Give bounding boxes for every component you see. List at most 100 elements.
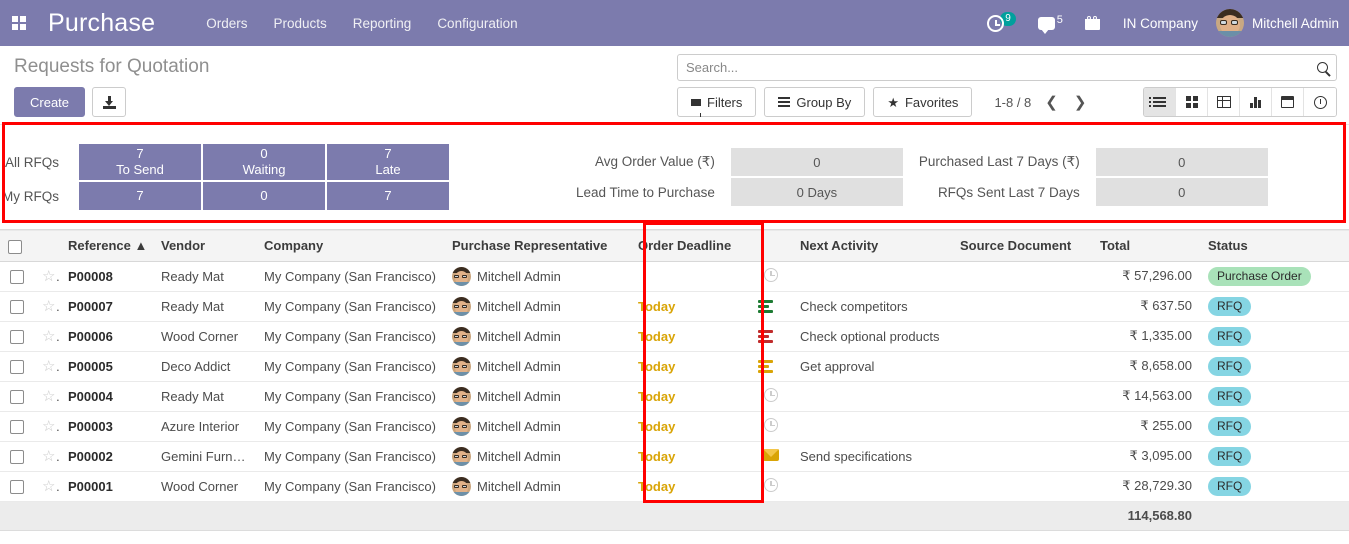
menu-item-reporting[interactable]: Reporting [340,10,425,37]
column-header-company[interactable]: Company [256,230,444,262]
cell-vendor[interactable]: Wood Corner [153,471,256,502]
cell-total[interactable]: ₹ 28,729.30 [1092,471,1200,502]
chevron-right-icon[interactable]: ❯ [1072,93,1089,111]
row-select-cell[interactable] [0,321,34,352]
cell-status[interactable]: RFQ [1200,351,1349,382]
cell-next-activity[interactable]: Send specifications [792,441,952,472]
cell-purchase-representative[interactable]: Mitchell Admin [444,321,630,352]
cell-source-document[interactable] [952,351,1092,382]
cell-company[interactable]: My Company (San Francisco) [256,261,444,292]
column-header-vendor[interactable]: Vendor [153,230,256,262]
cell-total[interactable]: ₹ 3,095.00 [1092,441,1200,472]
cell-status[interactable]: RFQ [1200,321,1349,352]
cell-total[interactable]: ₹ 1,335.00 [1092,321,1200,352]
activity-menu-button[interactable]: 9 [976,0,1027,46]
row-checkbox[interactable] [10,269,24,284]
table-row[interactable]: ☆ P00001 Wood Corner My Company (San Franci… [0,471,1349,502]
column-header-status[interactable]: Status [1200,230,1349,262]
row-priority-cell[interactable]: ☆ [34,381,60,412]
cell-vendor[interactable]: Ready Mat [153,291,256,322]
cell-total[interactable]: ₹ 255.00 [1092,411,1200,442]
row-priority-cell[interactable]: ☆ [34,261,60,292]
star-icon[interactable]: ☆ [42,418,60,435]
search-input[interactable] [686,60,1311,75]
cell-status[interactable]: RFQ [1200,471,1349,502]
pivot-view-button[interactable] [1208,88,1240,116]
star-icon[interactable]: ☆ [42,478,60,495]
cell-activity-icon[interactable] [750,471,792,502]
cell-status[interactable]: RFQ [1200,381,1349,412]
cell-source-document[interactable] [952,471,1092,502]
menu-item-configuration[interactable]: Configuration [424,10,530,37]
cell-reference[interactable]: P00002 [60,441,153,472]
star-icon[interactable]: ☆ [42,448,60,465]
cell-reference[interactable]: P00007 [60,291,153,322]
app-brand-title[interactable]: Purchase [48,9,155,38]
menu-item-orders[interactable]: Orders [193,10,260,37]
cell-company[interactable]: My Company (San Francisco) [256,441,444,472]
filters-button[interactable]: Filters [677,87,757,117]
cell-reference[interactable]: P00008 [60,261,153,292]
cell-source-document[interactable] [952,321,1092,352]
cell-reference[interactable]: P00006 [60,321,153,352]
cell-reference[interactable]: P00004 [60,381,153,412]
group-by-button[interactable]: Group By [764,87,866,117]
user-menu-button[interactable]: Mitchell Admin [1210,9,1339,37]
cell-source-document[interactable] [952,411,1092,442]
row-priority-cell[interactable]: ☆ [34,471,60,502]
search-icon[interactable] [1317,62,1328,73]
cell-order-deadline[interactable]: Today [630,321,750,352]
import-records-button[interactable] [92,87,127,117]
tile-my-waiting[interactable]: 0 [203,182,325,210]
cell-order-deadline[interactable]: Today [630,351,750,382]
star-icon[interactable]: ☆ [42,328,60,345]
star-icon[interactable]: ☆ [42,298,60,315]
cell-purchase-representative[interactable]: Mitchell Admin [444,471,630,502]
tile-my-to-send[interactable]: 7 [79,182,201,210]
cell-activity-icon[interactable] [750,381,792,412]
column-header-order-deadline[interactable]: Order Deadline [630,230,750,262]
create-button[interactable]: Create [14,87,86,117]
cell-purchase-representative[interactable]: Mitchell Admin [444,441,630,472]
cell-purchase-representative[interactable]: Mitchell Admin [444,291,630,322]
star-icon[interactable]: ☆ [42,388,60,405]
cell-status[interactable]: RFQ [1200,411,1349,442]
activity-view-button[interactable] [1304,88,1336,116]
enterprise-upgrade-button[interactable] [1074,0,1111,46]
cell-vendor[interactable]: Deco Addict [153,351,256,382]
cell-reference[interactable]: P00003 [60,411,153,442]
row-priority-cell[interactable]: ☆ [34,411,60,442]
cell-company[interactable]: My Company (San Francisco) [256,321,444,352]
cell-source-document[interactable] [952,381,1092,412]
table-row[interactable]: ☆ P00006 Wood Corner My Company (San Franci… [0,321,1349,352]
row-priority-cell[interactable]: ☆ [34,291,60,322]
cell-next-activity[interactable] [792,411,952,442]
favorites-button[interactable]: ★ Favorites [873,87,973,117]
chevron-left-icon[interactable]: ❮ [1043,93,1060,111]
cell-purchase-representative[interactable]: Mitchell Admin [444,261,630,292]
cell-source-document[interactable] [952,291,1092,322]
cell-next-activity[interactable] [792,381,952,412]
cell-company[interactable]: My Company (San Francisco) [256,471,444,502]
row-select-cell[interactable] [0,261,34,292]
tile-all-waiting[interactable]: 0 Waiting [203,144,325,180]
kanban-view-button[interactable] [1176,88,1208,116]
row-priority-cell[interactable]: ☆ [34,321,60,352]
cell-company[interactable]: My Company (San Francisco) [256,411,444,442]
cell-purchase-representative[interactable]: Mitchell Admin [444,351,630,382]
cell-company[interactable]: My Company (San Francisco) [256,381,444,412]
graph-view-button[interactable] [1240,88,1272,116]
row-priority-cell[interactable]: ☆ [34,441,60,472]
cell-next-activity[interactable] [792,261,952,292]
cell-vendor[interactable]: Azure Interior [153,411,256,442]
cell-activity-icon[interactable] [750,351,792,382]
cell-activity-icon[interactable] [750,291,792,322]
row-select-cell[interactable] [0,291,34,322]
cell-vendor[interactable]: Gemini Furniture [153,441,256,472]
row-select-cell[interactable] [0,441,34,472]
cell-order-deadline[interactable] [630,261,750,292]
cell-order-deadline[interactable]: Today [630,471,750,502]
row-select-cell[interactable] [0,471,34,502]
row-select-cell[interactable] [0,351,34,382]
cell-purchase-representative[interactable]: Mitchell Admin [444,411,630,442]
